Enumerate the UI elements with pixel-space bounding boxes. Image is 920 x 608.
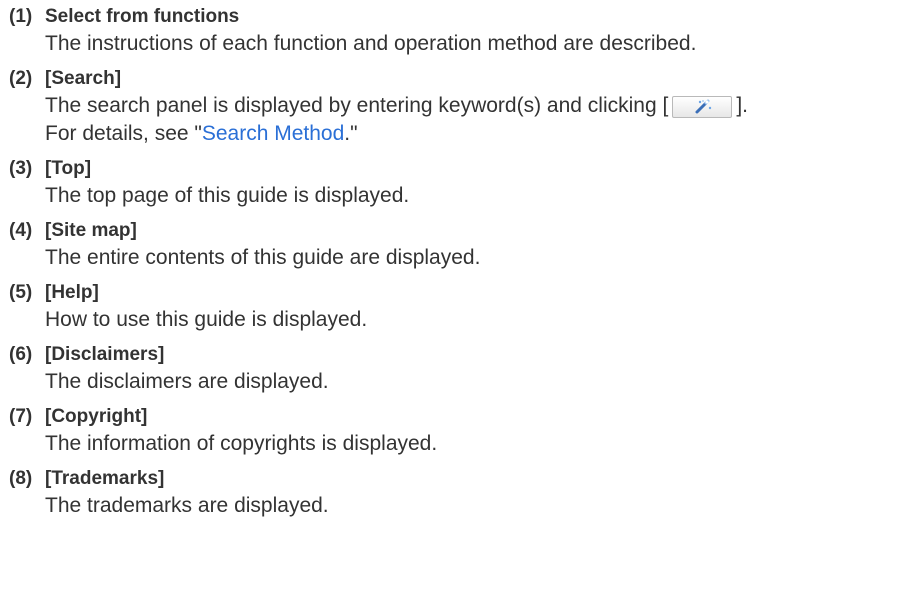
item-description: The search panel is displayed by enterin… (45, 92, 909, 120)
item-number: (1) (9, 6, 33, 27)
item-title: [Search] (45, 68, 122, 89)
list-item-search: (2) [Search] The search panel is display… (9, 66, 909, 148)
item-number: (2) (9, 68, 33, 89)
item-title: [Disclaimers] (45, 344, 165, 365)
item-title: Select from functions (45, 6, 240, 27)
item-description: The disclaimers are displayed. (45, 370, 329, 393)
search-method-link[interactable]: Search Method (202, 122, 344, 145)
description-text-end: ]. (736, 94, 748, 117)
description-text: The search panel is displayed by enterin… (45, 94, 669, 117)
item-description: The information of copyrights is display… (45, 432, 438, 455)
item-title: [Copyright] (45, 406, 148, 427)
item-title: [Trademarks] (45, 468, 165, 489)
item-number: (3) (9, 158, 33, 179)
item-number: (7) (9, 406, 33, 427)
item-number: (6) (9, 344, 33, 365)
item-title: [Top] (45, 158, 92, 179)
details-text: For details, see " (45, 122, 202, 145)
item-description: The top page of this guide is displayed. (45, 184, 410, 207)
item-number: (5) (9, 282, 33, 303)
item-description: The trademarks are displayed. (45, 494, 329, 517)
item-title: [Site map] (45, 220, 137, 241)
search-magic-wand-icon (695, 99, 712, 114)
item-title: [Help] (45, 282, 99, 303)
item-number: (8) (9, 468, 33, 489)
list-item-select-from-functions: (1) Select from functions The instructio… (9, 4, 909, 58)
list-item-trademarks: (8) [Trademarks] The trademarks are disp… (9, 466, 909, 520)
item-description-details: For details, see "Search Method." (45, 120, 909, 148)
list-item-copyright: (7) [Copyright] The information of copyr… (9, 404, 909, 458)
list-item-disclaimers: (6) [Disclaimers] The disclaimers are di… (9, 342, 909, 396)
function-list: (1) Select from functions The instructio… (9, 4, 909, 528)
item-description: The entire contents of this guide are di… (45, 246, 481, 269)
item-description: How to use this guide is displayed. (45, 308, 368, 331)
item-description: The instructions of each function and op… (45, 32, 697, 55)
list-item-top: (3) [Top] The top page of this guide is … (9, 156, 909, 210)
search-button-image (672, 96, 733, 118)
details-text-end: ." (344, 122, 358, 145)
item-number: (4) (9, 220, 33, 241)
list-item-help: (5) [Help] How to use this guide is disp… (9, 280, 909, 334)
list-item-site-map: (4) [Site map] The entire contents of th… (9, 218, 909, 272)
